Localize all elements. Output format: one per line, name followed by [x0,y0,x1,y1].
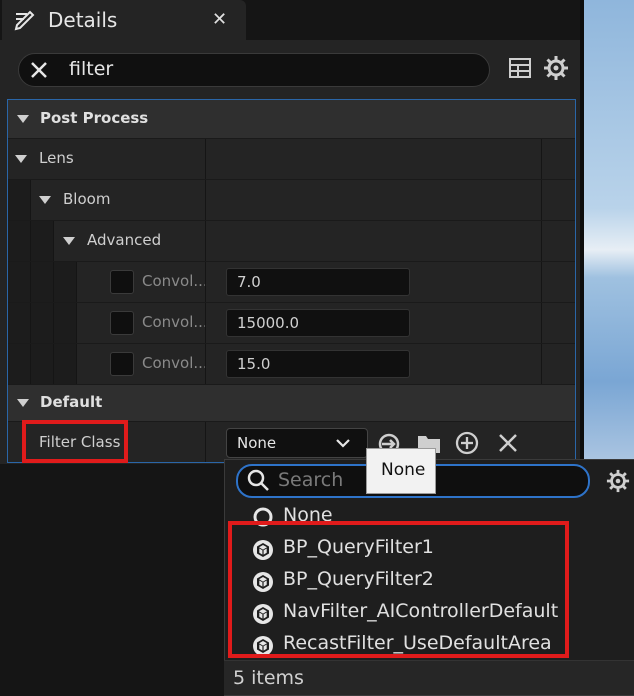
details-tab-title: Details [48,8,118,32]
details-search-input[interactable]: filter [18,53,490,87]
indent-guide [8,344,31,384]
category-label: Post Process [40,109,149,127]
column-divider [541,344,542,384]
property-value: 7.0 [237,273,261,291]
property-row: Convol... 15.0 [8,344,575,384]
picker-settings-gear-icon[interactable] [606,469,630,497]
column-divider [541,303,542,343]
column-divider [205,344,206,384]
property-name: Convol... [142,272,208,290]
property-row: Convol... 7.0 [8,262,575,302]
category-bloom[interactable]: Bloom [8,180,575,220]
column-divider [541,221,542,261]
class-list-highlight [228,521,569,658]
expand-arrow-icon[interactable] [17,115,29,123]
property-value-field[interactable]: 15000.0 [226,309,410,337]
column-divider [205,221,206,261]
search-value: filter [69,58,114,80]
add-icon[interactable] [455,431,479,455]
search-placeholder: Search [278,469,344,491]
indent-guide [8,303,31,343]
settings-gear-icon[interactable] [543,55,569,85]
item-count: 5 items [233,667,304,689]
combo-tooltip: None [366,448,436,494]
property-name: Convol... [142,313,208,331]
indent-guide [8,180,31,220]
expand-arrow-icon[interactable] [15,155,27,163]
category-lens[interactable]: Lens [8,139,575,179]
filter-class-combo[interactable]: None [226,428,368,458]
indent-guide [54,303,77,343]
column-divider [205,262,206,302]
column-divider [541,180,542,220]
category-advanced[interactable]: Advanced [8,221,575,261]
item-count-footer: 5 items [224,660,634,695]
property-value: 15.0 [237,355,271,373]
search-icon [247,469,269,491]
category-default[interactable]: Default [8,385,575,421]
column-divider [205,180,206,220]
indent-guide [31,303,54,343]
column-divider [205,139,206,179]
category-post-process[interactable]: Post Process [8,100,575,138]
category-label: Default [40,393,103,411]
column-divider [205,422,206,462]
indent-guide [8,262,31,302]
category-label: Advanced [87,231,162,249]
indent-guide [31,344,54,384]
category-label: Bloom [63,190,111,208]
clear-search-icon[interactable] [27,58,51,86]
expand-arrow-icon[interactable] [39,196,51,204]
combo-value: None [237,434,277,452]
details-tab[interactable]: Details ✕ [2,0,246,40]
details-pencil-icon [14,9,38,35]
property-matrix-icon[interactable] [508,57,532,83]
property-value-field[interactable]: 15.0 [226,350,410,378]
indent-guide [54,262,77,302]
property-value-field[interactable]: 7.0 [226,268,410,296]
clear-icon[interactable] [497,432,519,454]
column-divider [541,262,542,302]
close-tab-icon[interactable]: ✕ [212,9,227,30]
override-checkbox[interactable] [110,270,134,294]
indent-guide [54,344,77,384]
property-tree: Post Process Lens Bloom Advanced Convol.… [7,99,576,463]
filter-class-highlight [22,420,128,463]
indent-guide [31,221,54,261]
column-divider [541,139,542,179]
category-label: Lens [39,149,74,167]
expand-arrow-icon[interactable] [63,237,75,245]
property-row: Convol... 15000.0 [8,303,575,343]
expand-arrow-icon[interactable] [17,399,29,407]
tooltip-text: None [381,460,426,480]
property-name: Convol... [142,354,208,372]
property-value: 15000.0 [237,314,300,332]
chevron-down-icon [336,439,350,448]
override-checkbox[interactable] [110,311,134,335]
indent-guide [31,262,54,302]
override-checkbox[interactable] [110,352,134,376]
indent-guide [8,221,31,261]
column-divider [205,303,206,343]
